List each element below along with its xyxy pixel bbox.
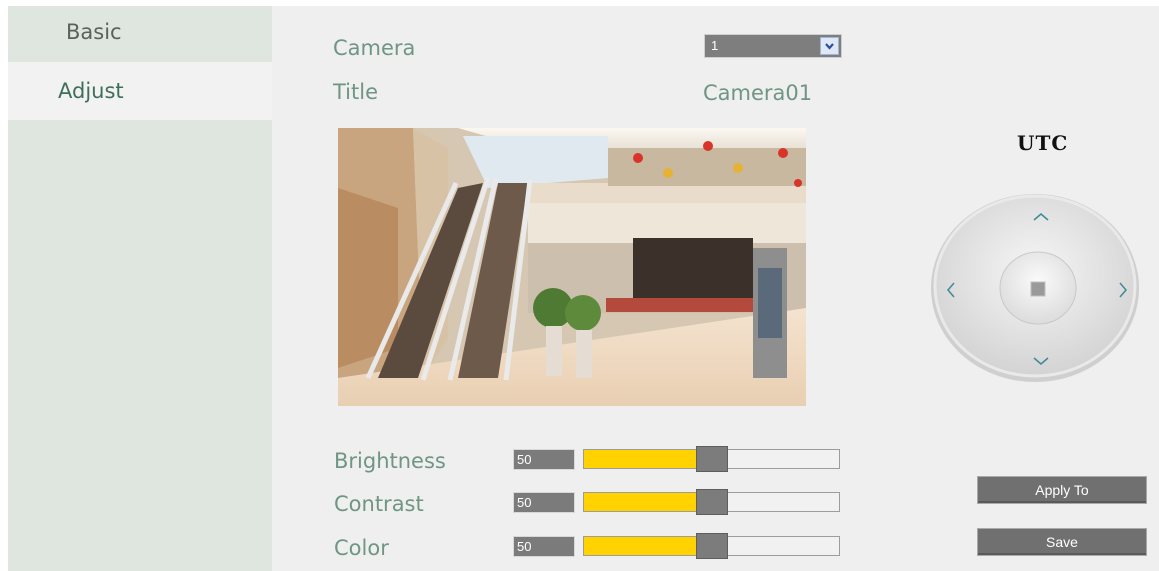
title-value: Camera01 [703, 81, 813, 105]
contrast-label: Contrast [334, 492, 424, 516]
brightness-label: Brightness [334, 449, 446, 473]
sidebar-item-basic[interactable]: Basic [8, 6, 272, 58]
title-label: Title [333, 80, 379, 104]
contrast-slider[interactable] [583, 489, 840, 515]
sidebar-item-adjust[interactable]: Adjust [8, 62, 272, 120]
camera-select[interactable]: 1 [704, 34, 842, 58]
pan-up-icon[interactable] [1030, 209, 1052, 225]
stop-icon[interactable] [1029, 280, 1047, 298]
camera-label: Camera [333, 36, 416, 60]
apply-to-button[interactable]: Apply To [977, 476, 1147, 504]
color-slider-handle[interactable] [696, 533, 728, 559]
brightness-slider-handle[interactable] [696, 446, 728, 472]
ptz-control [929, 191, 1141, 386]
brightness-slider[interactable] [583, 446, 840, 472]
save-button[interactable]: Save [977, 528, 1147, 556]
color-slider-fill [584, 537, 698, 555]
main-panel: Camera 1 Title Camera01 UTC Brightness 5… [272, 6, 1159, 571]
brightness-value-field[interactable]: 50 [513, 449, 575, 470]
camera-preview-image [338, 128, 806, 406]
pan-down-icon[interactable] [1030, 353, 1052, 369]
contrast-slider-fill [584, 493, 698, 511]
sidebar-item-label: Adjust [58, 79, 124, 103]
sidebar: Basic Adjust [8, 6, 272, 571]
contrast-slider-handle[interactable] [696, 489, 728, 515]
pan-right-icon[interactable] [1115, 279, 1131, 301]
camera-select-value: 1 [711, 38, 719, 53]
chevron-down-icon[interactable] [820, 37, 839, 55]
pan-left-icon[interactable] [943, 279, 959, 301]
color-label: Color [334, 536, 389, 560]
timezone-label: UTC [1017, 131, 1069, 155]
brightness-slider-fill [584, 450, 698, 468]
contrast-value-field[interactable]: 50 [513, 492, 575, 513]
sidebar-item-label: Basic [66, 20, 122, 44]
color-slider[interactable] [583, 533, 840, 559]
color-value-field[interactable]: 50 [513, 536, 575, 557]
